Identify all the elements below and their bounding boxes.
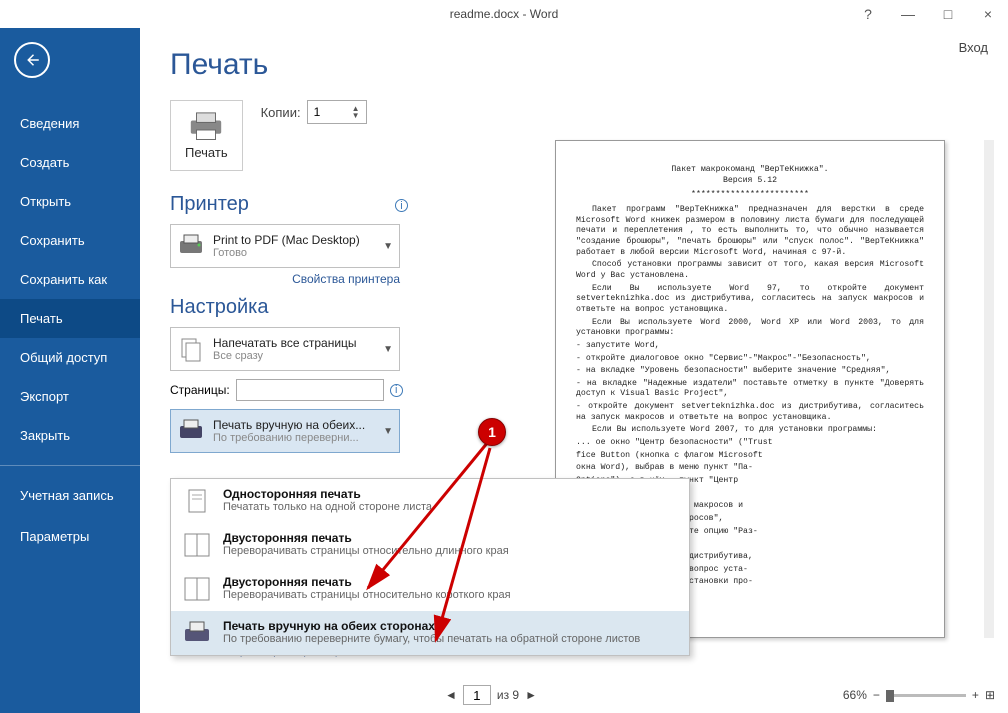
sidebar-item-share[interactable]: Общий доступ xyxy=(0,338,140,377)
duplex-icon xyxy=(177,417,205,445)
page-of-label: из 9 xyxy=(497,688,519,702)
prev-page-button[interactable]: ◄ xyxy=(445,688,457,702)
sidebar-item-open[interactable]: Открыть xyxy=(0,182,140,221)
duplex-title: Печать вручную на обеих... xyxy=(213,418,375,432)
pages-icon xyxy=(177,335,205,363)
zoom-slider[interactable] xyxy=(886,694,966,697)
chevron-down-icon: ▼ xyxy=(383,344,393,355)
restore-icon[interactable]: □ xyxy=(928,0,968,28)
page-flip-short-icon xyxy=(181,575,213,603)
duplex-dropdown: Односторонняя печатьПечатать только на о… xyxy=(170,478,690,656)
preview-scrollbar[interactable] xyxy=(984,140,994,638)
copies-label: Копии: xyxy=(261,105,301,120)
minimize-icon[interactable]: — xyxy=(888,0,928,28)
sidebar-item-info[interactable]: Сведения xyxy=(0,104,140,143)
printer-icon xyxy=(187,111,225,139)
duplex-option-single[interactable]: Односторонняя печатьПечатать только на о… xyxy=(171,479,689,523)
printer-selector[interactable]: Print to PDF (Mac Desktop) Готово ▼ xyxy=(170,224,400,268)
sidebar: Сведения Создать Открыть Сохранить Сохра… xyxy=(0,28,140,713)
titlebar: readme.docx - Word ? — □ × xyxy=(0,0,1008,28)
zoom-in-button[interactable]: + xyxy=(972,688,979,702)
printer-manual-icon xyxy=(181,619,213,647)
copies-spinner[interactable]: 1 ▲▼ xyxy=(307,100,367,124)
print-range-title: Напечатать все страницы xyxy=(213,336,375,350)
back-button[interactable] xyxy=(14,42,50,78)
page-flip-long-icon xyxy=(181,531,213,559)
sidebar-item-options[interactable]: Параметры xyxy=(0,517,140,556)
chevron-down-icon: ▼ xyxy=(383,426,393,437)
print-range-selector[interactable]: Напечатать все страницы Все сразу ▼ xyxy=(170,327,400,371)
printer-name: Print to PDF (Mac Desktop) xyxy=(213,233,375,247)
chevron-down-icon: ▼ xyxy=(383,241,393,252)
printer-device-icon xyxy=(177,232,205,260)
print-range-sub: Все сразу xyxy=(213,350,375,362)
pages-label: Страницы: xyxy=(170,383,230,397)
sidebar-item-saveas[interactable]: Сохранить как xyxy=(0,260,140,299)
page-single-icon xyxy=(181,487,213,515)
sidebar-item-close[interactable]: Закрыть xyxy=(0,416,140,455)
print-button-label: Печать xyxy=(185,145,228,160)
sidebar-item-save[interactable]: Сохранить xyxy=(0,221,140,260)
fit-page-icon[interactable]: ⊞ xyxy=(985,688,995,702)
next-page-button[interactable]: ► xyxy=(525,688,537,702)
callout-badge: 1 xyxy=(478,418,506,446)
help-icon[interactable]: ? xyxy=(848,0,888,28)
duplex-selector[interactable]: Печать вручную на обеих... По требованию… xyxy=(170,409,400,453)
print-button[interactable]: Печать xyxy=(170,100,243,171)
zoom-level: 66% xyxy=(843,688,867,702)
page-num-input[interactable] xyxy=(463,685,491,705)
duplex-sub: По требованию переверни... xyxy=(213,432,375,444)
window-title: readme.docx - Word xyxy=(450,7,559,21)
duplex-option-short[interactable]: Двусторонняя печатьПереворачивать страни… xyxy=(171,567,689,611)
printer-status: Готово xyxy=(213,247,375,259)
sidebar-item-export[interactable]: Экспорт xyxy=(0,377,140,416)
sidebar-item-print[interactable]: Печать xyxy=(0,299,140,338)
copies-value: 1 xyxy=(314,105,321,119)
preview-bottom-bar: ◄ из 9 ► 66% − + ⊞ xyxy=(445,685,995,705)
info-icon[interactable]: i xyxy=(395,199,408,212)
close-icon[interactable]: × xyxy=(968,0,1008,28)
pages-input[interactable] xyxy=(236,379,384,401)
duplex-option-long[interactable]: Двусторонняя печатьПереворачивать страни… xyxy=(171,523,689,567)
sidebar-item-account[interactable]: Учетная запись xyxy=(0,476,140,517)
zoom-out-button[interactable]: − xyxy=(873,688,880,702)
duplex-option-manual[interactable]: Печать вручную на обеих сторонахПо требо… xyxy=(171,611,689,655)
page-title: Печать xyxy=(170,48,988,82)
info-icon[interactable]: i xyxy=(390,384,403,397)
printer-props-link[interactable]: Свойства принтера xyxy=(292,272,400,286)
sidebar-item-new[interactable]: Создать xyxy=(0,143,140,182)
